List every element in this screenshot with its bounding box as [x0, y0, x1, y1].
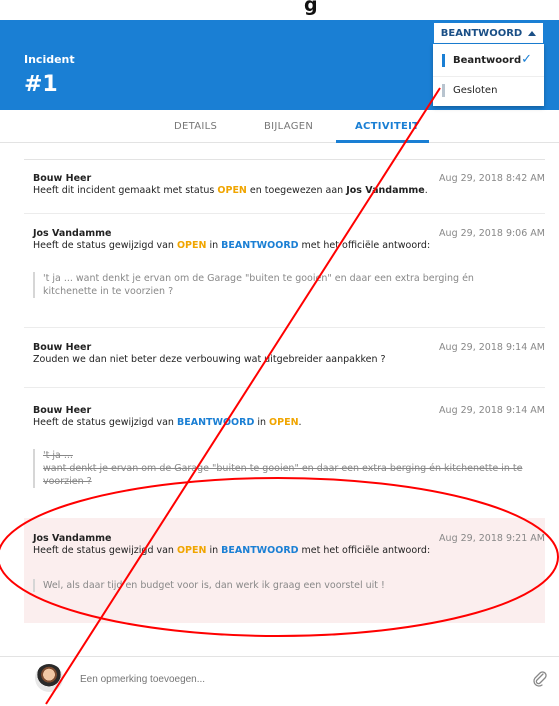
status-option-label: Beantwoord: [453, 54, 522, 66]
status-answered-tag: BEANTWOORD: [221, 545, 299, 556]
entry-text: Heeft de status gewijzigd van OPEN in BE…: [33, 240, 431, 251]
entry-text: Heeft dit incident gemaakt met status OP…: [33, 185, 428, 196]
check-icon: ✓: [521, 52, 532, 67]
comment-input[interactable]: [80, 674, 480, 685]
entry-timestamp: Aug 29, 2018 9:14 AM: [439, 342, 545, 353]
activity-entry: Bouw Heer Aug 29, 2018 9:14 AM Heeft de …: [24, 405, 545, 505]
status-open-tag: OPEN: [269, 417, 299, 428]
incident-label: Incident: [24, 53, 75, 66]
divider: [24, 213, 545, 214]
status-color-bar: [442, 53, 445, 67]
top-strip: g: [0, 0, 559, 20]
status-answered-tag: BEANTWOORD: [176, 417, 255, 428]
entry-timestamp: Aug 29, 2018 9:06 AM: [439, 228, 545, 239]
comment-bar: [0, 656, 559, 706]
activity-entry: Jos Vandamme Aug 29, 2018 9:21 AM Heeft …: [24, 533, 545, 623]
entry-author: Bouw Heer: [33, 173, 92, 184]
retracted-answer-quote: 't ja ... want denkt je ervan om de Gara…: [33, 449, 522, 488]
status-current-label: BEANTWOORD: [440, 27, 523, 39]
avatar: [35, 664, 63, 692]
status-open-tag: OPEN: [176, 545, 207, 556]
status-answered-tag: BEANTWOORD: [221, 240, 299, 251]
entry-text: Zouden we dan niet beter deze verbouwing…: [33, 354, 386, 365]
entry-timestamp: Aug 29, 2018 9:21 AM: [439, 533, 545, 544]
entry-author: Jos Vandamme: [33, 228, 112, 239]
tab-bijlagen[interactable]: BIJLAGEN: [264, 121, 313, 132]
status-option-beantwoord[interactable]: Beantwoord ✓: [433, 46, 544, 74]
entry-timestamp: Aug 29, 2018 9:14 AM: [439, 405, 545, 416]
status-option-label: Gesloten: [453, 85, 498, 96]
entry-author: Jos Vandamme: [33, 533, 112, 544]
incident-number: #1: [24, 72, 58, 97]
caret-up-icon: [528, 30, 537, 36]
official-answer-quote: 't ja ... want denkt je ervan om de Gara…: [33, 272, 474, 298]
status-open-tag: OPEN: [176, 240, 207, 251]
entry-author: Bouw Heer: [33, 405, 92, 416]
activity-entry: Bouw Heer Aug 29, 2018 9:14 AM Zouden we…: [24, 342, 545, 372]
entry-text: Heeft de status gewijzigd van BEANTWOORD…: [33, 417, 302, 428]
status-color-bar: [442, 84, 445, 97]
tab-bar: DETAILS BIJLAGEN ACTIVITEIT: [0, 110, 559, 143]
status-dropdown-menu: Beantwoord ✓ Gesloten: [433, 44, 544, 106]
activity-feed: Bouw Heer Aug 29, 2018 8:42 AM Heeft dit…: [24, 143, 545, 636]
entry-timestamp: Aug 29, 2018 8:42 AM: [439, 173, 545, 184]
tab-details[interactable]: DETAILS: [174, 121, 217, 132]
status-open-tag: OPEN: [217, 185, 247, 196]
tab-activiteit[interactable]: ACTIVITEIT: [355, 121, 419, 132]
paperclip-icon[interactable]: [530, 669, 550, 689]
divider: [24, 327, 545, 328]
top-cut-text: g: [304, 0, 318, 16]
divider: [24, 387, 545, 388]
activity-entry: Jos Vandamme Aug 29, 2018 9:06 AM Heeft …: [24, 228, 545, 328]
assignee-name: Jos Vandamme: [346, 185, 425, 196]
status-dropdown-button[interactable]: BEANTWOORD: [433, 22, 544, 44]
official-answer-quote: Wel, als daar tijd en budget voor is, da…: [33, 579, 385, 592]
activity-entry: Bouw Heer Aug 29, 2018 8:42 AM Heeft dit…: [24, 173, 545, 203]
divider: [24, 159, 545, 160]
status-option-gesloten[interactable]: Gesloten: [433, 76, 544, 104]
entry-author: Bouw Heer: [33, 342, 92, 353]
entry-text: Heeft de status gewijzigd van OPEN in BE…: [33, 545, 431, 556]
